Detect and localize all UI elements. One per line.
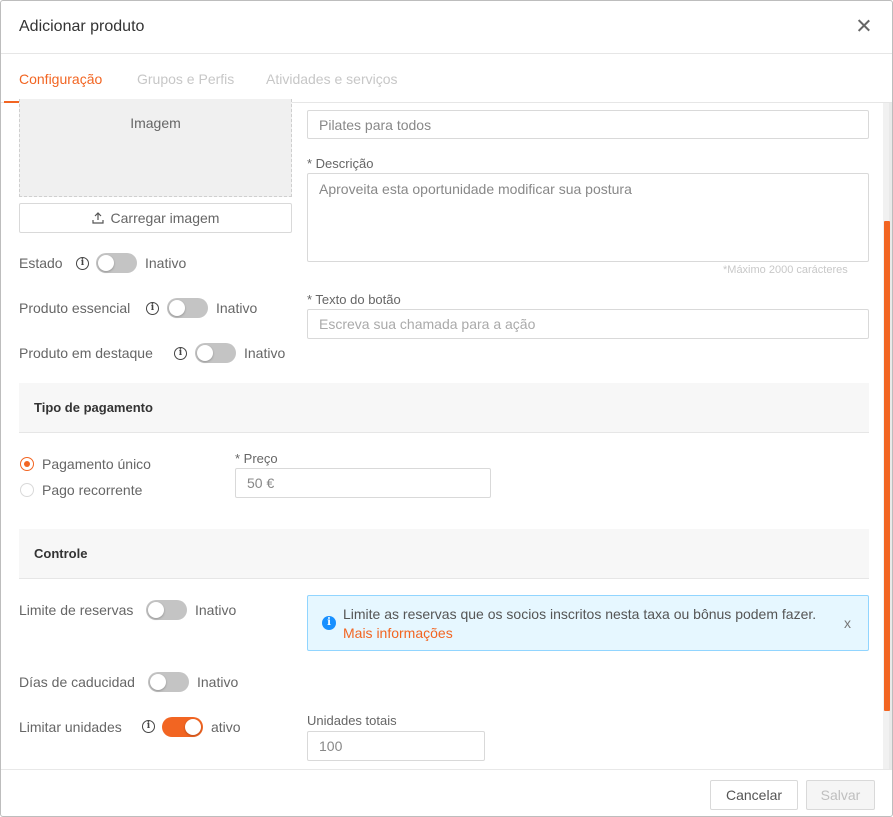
limit-units-label: Limitar unidades bbox=[19, 719, 122, 735]
pagamento-unico-label[interactable]: Pagamento único bbox=[42, 456, 151, 472]
produto-essencial-label: Produto essencial bbox=[19, 300, 131, 316]
footer-divider bbox=[1, 769, 892, 770]
booking-limit-label: Limite de reservas bbox=[19, 602, 134, 618]
image-preview bbox=[19, 99, 292, 197]
control-section-title: Controle bbox=[34, 546, 88, 561]
expiry-days-state: Inativo bbox=[197, 674, 239, 690]
scrollbar-thumb[interactable] bbox=[884, 221, 890, 711]
radio-pagamento-unico[interactable] bbox=[20, 457, 34, 471]
booking-limit-info-alert: i Limite as reservas que os socios inscr… bbox=[307, 595, 869, 651]
alert-message: Limite as reservas que os socios inscrit… bbox=[343, 606, 817, 622]
upload-image-button[interactable]: Carregar imagem bbox=[19, 203, 292, 233]
payment-section-title: Tipo de pagamento bbox=[34, 400, 153, 415]
price-label: * Preço bbox=[235, 451, 278, 466]
button-text-input[interactable]: Escreva sua chamada para a ação bbox=[307, 309, 869, 339]
booking-limit-state: Inativo bbox=[195, 602, 237, 618]
produto-destaque-toggle[interactable] bbox=[195, 343, 236, 363]
estado-label: Estado bbox=[19, 255, 63, 271]
price-input[interactable]: 50 € bbox=[235, 468, 491, 498]
tab-atividades-e-servicos[interactable]: Atividades e serviços bbox=[266, 71, 398, 87]
image-placeholder-label: Imagem bbox=[130, 115, 181, 131]
tab-configuracao[interactable]: Configuração bbox=[19, 71, 102, 87]
radio-pago-recorrente[interactable] bbox=[20, 483, 34, 497]
limit-units-state: ativo bbox=[211, 719, 241, 735]
estado-toggle[interactable] bbox=[96, 253, 137, 273]
cancel-button[interactable]: Cancelar bbox=[710, 780, 798, 810]
expiry-days-label: Días de caducidad bbox=[19, 674, 135, 690]
info-icon[interactable]: i bbox=[142, 720, 155, 733]
product-name-input[interactable]: Pilates para todos bbox=[307, 110, 869, 139]
limit-units-toggle[interactable] bbox=[162, 717, 203, 737]
total-units-input[interactable]: 100 bbox=[307, 731, 485, 761]
info-icon[interactable]: i bbox=[146, 302, 159, 315]
control-section-header bbox=[19, 529, 869, 579]
info-icon[interactable]: i bbox=[174, 347, 187, 360]
close-icon[interactable] bbox=[855, 17, 873, 35]
alert-close-icon[interactable]: x bbox=[844, 615, 851, 631]
button-text-label: * Texto do botão bbox=[307, 292, 401, 307]
description-hint: *Máximo 2000 carácteres bbox=[723, 264, 848, 276]
produto-destaque-label: Produto em destaque bbox=[19, 345, 153, 361]
produto-destaque-state: Inativo bbox=[244, 345, 286, 361]
save-button[interactable]: Salvar bbox=[806, 780, 875, 810]
estado-state: Inativo bbox=[145, 255, 187, 271]
button-text-placeholder: Escreva sua chamada para a ação bbox=[319, 316, 536, 332]
description-label: * Descrição bbox=[307, 156, 374, 171]
header-divider bbox=[1, 53, 892, 54]
info-circle-icon: i bbox=[322, 616, 336, 630]
description-textarea[interactable]: Aproveita esta oportunidade modificar su… bbox=[307, 173, 869, 262]
total-units-label: Unidades totais bbox=[307, 713, 397, 728]
expiry-days-toggle[interactable] bbox=[148, 672, 189, 692]
pago-recorrente-label[interactable]: Pago recorrente bbox=[42, 482, 142, 498]
produto-essencial-state: Inativo bbox=[216, 300, 258, 316]
info-icon[interactable]: i bbox=[76, 257, 89, 270]
booking-limit-toggle[interactable] bbox=[146, 600, 187, 620]
upload-image-label: Carregar imagem bbox=[110, 210, 220, 226]
upload-icon bbox=[91, 212, 104, 224]
add-product-modal: Adicionar produto Configuração Grupos e … bbox=[0, 0, 893, 817]
modal-title: Adicionar produto bbox=[19, 18, 145, 35]
tab-grupos-e-perfis[interactable]: Grupos e Perfis bbox=[137, 71, 234, 87]
more-info-link[interactable]: Mais informações bbox=[343, 625, 453, 641]
produto-essencial-toggle[interactable] bbox=[167, 298, 208, 318]
